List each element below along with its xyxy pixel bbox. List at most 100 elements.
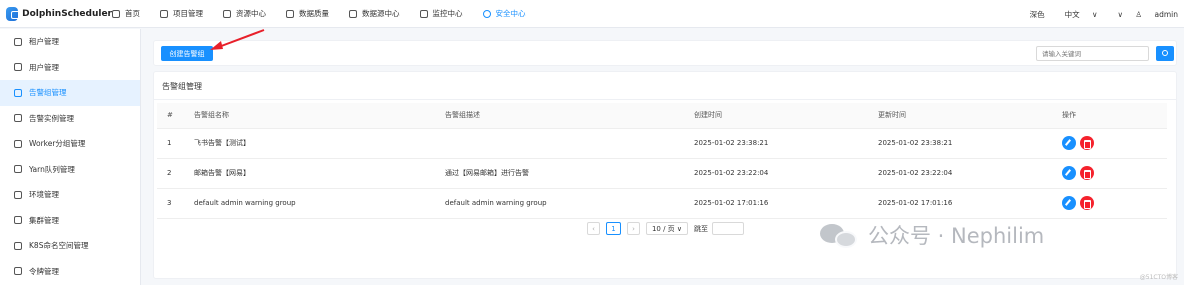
chevron-down-icon: ∨ xyxy=(1091,9,1098,19)
cell-operations xyxy=(1062,128,1167,159)
table-row: 3 default admin warning group default ad… xyxy=(157,188,1167,219)
watermark-credit: @51CTO博客 xyxy=(1139,274,1178,281)
sidebar-item-yarn-queue[interactable]: Yarn队列管理 xyxy=(0,157,140,183)
watermark-text: 公众号 · Nephilim xyxy=(868,224,1045,248)
next-page-button[interactable]: › xyxy=(627,222,640,235)
nav-item-security[interactable]: 安全中心 xyxy=(482,0,526,28)
edit-icon[interactable] xyxy=(1062,136,1076,150)
monitor-icon xyxy=(419,9,428,18)
pagination: ‹ 1 › 10 / 页 ∨ 跳至 xyxy=(587,222,744,235)
search-button[interactable] xyxy=(1156,46,1174,61)
column-header-description: 告警组描述 xyxy=(445,103,694,129)
cluster-icon xyxy=(14,216,22,225)
jump-label: 跳至 xyxy=(694,224,708,233)
cell-created: 2025-01-02 17:01:16 xyxy=(694,188,878,219)
main-nav: 首页 项目管理 资源中心 数据质量 数据源中心 监控中心 安全中心 xyxy=(112,0,546,28)
cell-index: 1 xyxy=(157,128,194,159)
user-icon: ♙ xyxy=(1135,9,1143,19)
database-icon xyxy=(286,9,294,18)
column-header-updated: 更新时间 xyxy=(878,103,1062,129)
header-tools: 深色 中文 ∨ ∨ ♙ admin xyxy=(1020,0,1178,28)
sidebar-item-alarm-group[interactable]: 告警组管理 xyxy=(0,80,140,106)
cell-name: 邮箱告警【网易】 xyxy=(194,158,445,189)
yarn-icon xyxy=(14,165,22,174)
create-alarm-group-button[interactable]: 创建告警组 xyxy=(161,46,213,61)
sidebar-item-alarm-instance[interactable]: 告警实例管理 xyxy=(0,106,140,132)
cell-index: 2 xyxy=(157,158,194,189)
cell-updated: 2025-01-02 23:38:21 xyxy=(878,128,1062,159)
folder-icon xyxy=(223,9,231,18)
column-header-name: 告警组名称 xyxy=(194,103,445,129)
app-logo[interactable]: DolphinScheduler xyxy=(0,6,112,21)
cell-index: 3 xyxy=(157,188,194,219)
cell-updated: 2025-01-02 17:01:16 xyxy=(878,188,1062,219)
page-number-current[interactable]: 1 xyxy=(606,222,621,235)
nav-item-home[interactable]: 首页 xyxy=(112,0,140,28)
user-icon xyxy=(14,63,22,72)
sidebar-item-environment[interactable]: 环境管理 xyxy=(0,182,140,208)
top-navbar: DolphinScheduler 首页 项目管理 资源中心 数据质量 数据源中心… xyxy=(0,0,1184,28)
card-title: 告警组管理 xyxy=(162,82,202,91)
annotation-arrow xyxy=(210,29,265,50)
sidebar-item-tenant[interactable]: 租户管理 xyxy=(0,29,140,55)
nav-item-projects[interactable]: 项目管理 xyxy=(160,0,203,28)
app-logo-text: DolphinScheduler xyxy=(22,8,112,19)
delete-icon[interactable] xyxy=(1080,196,1094,210)
delete-icon[interactable] xyxy=(1080,136,1094,150)
cell-description: 通过【网易邮箱】进行告警 xyxy=(445,158,694,189)
warning-icon xyxy=(14,88,22,97)
k8s-icon xyxy=(14,241,22,250)
language-select[interactable]: 中文 ∨ xyxy=(1055,9,1098,20)
cell-description: default admin warning group xyxy=(445,188,694,219)
edit-icon[interactable] xyxy=(1062,196,1076,210)
nav-item-datasource[interactable]: 数据源中心 xyxy=(349,0,400,28)
environment-icon xyxy=(14,190,22,199)
nav-item-resources[interactable]: 资源中心 xyxy=(223,0,266,28)
sidebar-item-users[interactable]: 用户管理 xyxy=(0,55,140,81)
column-header-operations: 操作 xyxy=(1062,103,1167,129)
page-size-select[interactable]: 10 / 页 ∨ xyxy=(646,222,688,235)
cell-updated: 2025-01-02 23:22:04 xyxy=(878,158,1062,189)
dolphin-logo-icon xyxy=(6,6,22,21)
sidebar-item-token[interactable]: 令牌管理 xyxy=(0,259,140,285)
cell-description xyxy=(445,128,694,159)
watermark: 公众号 · Nephilim xyxy=(820,220,1044,250)
alert-instance-icon xyxy=(14,114,22,123)
delete-icon[interactable] xyxy=(1080,166,1094,180)
cell-operations xyxy=(1062,158,1167,189)
cell-created: 2025-01-02 23:22:04 xyxy=(694,158,878,189)
sidebar-item-k8s-namespace[interactable]: K8S命名空间管理 xyxy=(0,233,140,259)
table-row: 1 飞书告警【测试】 2025-01-02 23:38:21 2025-01-0… xyxy=(157,128,1167,159)
column-header-created: 创建时间 xyxy=(694,103,878,129)
nav-item-monitor[interactable]: 监控中心 xyxy=(419,0,463,28)
sidebar-item-worker-group[interactable]: Worker分组管理 xyxy=(0,131,140,157)
divider xyxy=(154,99,1176,100)
tenant-icon xyxy=(14,37,22,46)
cell-operations xyxy=(1062,188,1167,219)
nav-item-data-quality[interactable]: 数据质量 xyxy=(286,0,329,28)
theme-toggle[interactable]: 深色 xyxy=(1030,9,1045,20)
wechat-logo-icon xyxy=(820,222,860,248)
toolbar: 创建告警组 xyxy=(153,40,1177,66)
column-header-index: # xyxy=(157,103,194,129)
worker-icon xyxy=(14,139,22,148)
project-icon xyxy=(160,9,168,18)
home-icon xyxy=(112,9,120,18)
chevron-down-icon: ∨ xyxy=(1117,9,1123,19)
search-input[interactable] xyxy=(1036,46,1149,61)
sidebar: 租户管理 用户管理 告警组管理 告警实例管理 Worker分组管理 Yarn队列… xyxy=(0,29,141,285)
chevron-down-icon: ∨ xyxy=(676,224,683,233)
edit-icon[interactable] xyxy=(1062,166,1076,180)
jump-page-input[interactable] xyxy=(712,222,744,235)
alarm-group-table: # 告警组名称 告警组描述 创建时间 更新时间 操作 1 飞书告警【测试】 20… xyxy=(157,103,1167,219)
shield-icon xyxy=(482,9,491,18)
token-icon xyxy=(14,267,22,276)
datasource-icon xyxy=(349,9,357,18)
table-header-row: # 告警组名称 告警组描述 创建时间 更新时间 操作 xyxy=(157,103,1167,129)
user-menu[interactable]: ∨ ♙ admin xyxy=(1107,10,1178,19)
prev-page-button[interactable]: ‹ xyxy=(587,222,600,235)
cell-name: 飞书告警【测试】 xyxy=(194,128,445,159)
sidebar-item-cluster[interactable]: 集群管理 xyxy=(0,208,140,234)
cell-name: default admin warning group xyxy=(194,188,445,219)
table-row: 2 邮箱告警【网易】 通过【网易邮箱】进行告警 2025-01-02 23:22… xyxy=(157,158,1167,189)
